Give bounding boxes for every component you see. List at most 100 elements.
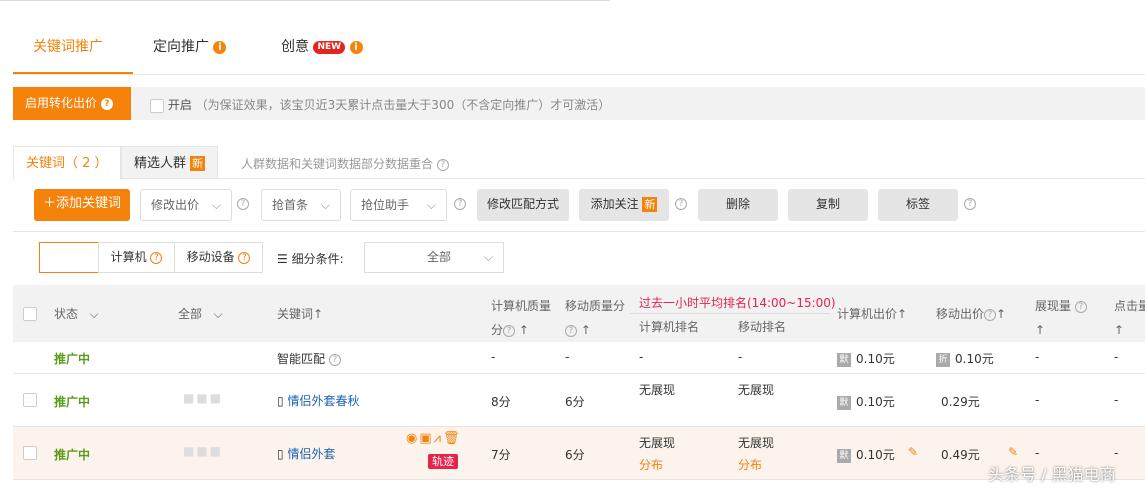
chevron-down-icon: ⌵ <box>320 198 330 212</box>
pc-rank-distribution-link[interactable]: 分布 <box>639 456 663 473</box>
watermark: 头条号 / 黑猫电商 <box>988 465 1116 484</box>
pc-bid: 默 0.10元 <box>837 393 895 410</box>
tag-button[interactable]: 标签 <box>878 189 958 221</box>
segment-label: ☰ 细分条件: <box>277 250 344 267</box>
button-label: 添加关键词 <box>56 196 122 211</box>
info-icon: i <box>349 40 363 54</box>
edit-pencil-icon[interactable]: ✎ <box>1008 445 1018 459</box>
first-place-dropdown[interactable]: 抢首条 ⌵ <box>261 189 341 221</box>
list-icon: ☰ <box>277 252 288 266</box>
pc-quality-header[interactable]: 计算机质量分? ↑ <box>491 294 551 342</box>
select-all-checkbox[interactable] <box>23 307 37 321</box>
edit-pencil-icon[interactable]: ✎ <box>908 445 918 459</box>
header-label: 移动质量分 <box>565 299 626 313</box>
keyword-link[interactable]: ▯ 情侣外套春秋 <box>277 392 359 409</box>
header-label: 计算机质量 <box>491 299 552 313</box>
help-icon: ? <box>1074 300 1087 313</box>
conversion-option: 开启 （为保证效果，该宝贝近3天累计点击量大于300（不含定向推广）才可激活） <box>150 96 610 113</box>
segment-dropdown[interactable]: 全部 ⌵ <box>364 242 504 273</box>
button-label: 添加关注 <box>590 197 639 211</box>
checkbox-label: 开启 <box>167 98 192 112</box>
tab-targeted-promotion[interactable]: 定向推广 i <box>153 36 227 56</box>
dropdown-label: 修改出价 <box>151 198 200 212</box>
clicks: - <box>1114 393 1119 407</box>
rank-helper-dropdown[interactable]: 抢位助手 ⌵ <box>350 189 447 221</box>
copy-button[interactable]: 复制 <box>788 189 868 221</box>
add-follow-button[interactable]: 添加关注 新 <box>579 189 669 221</box>
mobile-bid: 0.29元 <box>941 395 980 409</box>
mobile-bid-header[interactable]: 移动出价? ↑ <box>936 305 1006 322</box>
modify-bid-dropdown[interactable]: 修改出价 ⌵ <box>140 189 232 221</box>
subtab-crowd[interactable]: 精选人群 新 <box>121 146 219 179</box>
trash-icon[interactable]: 🗑 <box>443 431 462 446</box>
mobile-icon: ▯ <box>277 394 284 408</box>
add-keyword-button[interactable]: ＋添加关键词 <box>34 189 130 221</box>
impressions-header[interactable]: 展现量 ? ↑ <box>1035 294 1087 342</box>
status-filter[interactable]: 状态 ⌵ <box>54 305 99 322</box>
modify-match-button[interactable]: 修改匹配方式 <box>477 189 569 221</box>
mobile-rank: - <box>738 350 743 364</box>
row-checkbox[interactable] <box>23 393 37 407</box>
pc-bid: 默 0.10元 <box>837 446 895 463</box>
button-label: 启用转化出价 <box>25 96 98 110</box>
info-icon: i <box>213 40 227 54</box>
mobile-bid: 0.49元 <box>941 448 980 462</box>
summary-toggle[interactable]: 汇总 <box>39 242 99 273</box>
impressions: - <box>1035 446 1040 460</box>
trend-chart-icon[interactable]: ⩘ <box>434 431 443 446</box>
mobile-icon: ▯ <box>277 447 284 461</box>
impressions: - <box>1035 393 1040 407</box>
header-label: 分 <box>491 323 504 337</box>
discount-icon: 折 <box>936 352 950 367</box>
pc-quality: 7分 <box>491 448 511 462</box>
help-icon: ? <box>238 251 251 264</box>
mobile-toggle[interactable]: 移动设备 ? <box>174 242 263 273</box>
status-text: 推广中 <box>54 395 91 409</box>
mobile-rank-distribution-link[interactable]: 分布 <box>738 456 762 473</box>
track-button[interactable]: 轨迹 <box>428 454 458 469</box>
row-actions: ◉▣⩘🗑 <box>406 431 462 446</box>
delete-button[interactable]: 删除 <box>698 189 778 221</box>
enable-checkbox[interactable] <box>150 98 164 113</box>
help-icon: ? <box>436 158 449 171</box>
pc-rank-header: 计算机排名 <box>639 320 700 334</box>
item-thumbnail-placeholder: ■■■ <box>183 391 224 405</box>
divider <box>13 74 1145 75</box>
keyword-link[interactable]: ▯ 情侣外套 <box>277 445 335 462</box>
tab-creative[interactable]: 创意 NEW i <box>281 36 363 56</box>
bid-value: 0.10元 <box>955 352 994 366</box>
mobile-quality-header[interactable]: 移动质量分? ↑ <box>565 294 625 342</box>
enable-conversion-bid-button[interactable]: 启用转化出价 ? <box>13 87 131 120</box>
report-icon[interactable]: ▣ <box>419 431 433 446</box>
mobile-quality: 6分 <box>565 395 585 409</box>
bid-value: 0.10元 <box>856 395 895 409</box>
pc-rank: - <box>639 350 644 364</box>
help-icon: ? <box>237 198 249 210</box>
tab-keyword-promotion[interactable]: 关键词推广 <box>33 36 103 56</box>
keyword-header[interactable]: 关键词↑ <box>277 305 323 322</box>
clicks: - <box>1114 446 1119 460</box>
header-label: 点击量 <box>1114 299 1145 313</box>
mobile-quality: - <box>565 350 570 364</box>
mobile-quality: 6分 <box>565 448 585 462</box>
chevron-down-icon: ⌵ <box>483 250 493 264</box>
pc-quality: - <box>491 350 496 364</box>
dropdown-label: 抢首条 <box>272 198 309 212</box>
subtab-keywords[interactable]: 关键词（ 2 ） <box>13 146 121 180</box>
header-label: 状态 <box>54 307 79 321</box>
target-icon[interactable]: ◉ <box>406 431 419 446</box>
divider <box>13 231 1145 232</box>
pc-rank: 无展现 <box>639 383 676 397</box>
row-checkbox[interactable] <box>23 446 37 460</box>
pc-bid: 默 0.10元 <box>837 350 895 367</box>
divider <box>13 178 1145 179</box>
pc-toggle[interactable]: 计算机 ? <box>98 242 175 273</box>
rank-group-header: 过去一小时平均排名(14:00~15:00) <box>639 296 836 310</box>
all-filter[interactable]: 全部 ⌵ <box>178 305 223 322</box>
pc-bid-header[interactable]: 计算机出价↑ <box>837 305 907 322</box>
default-price-icon: 默 <box>837 448 851 463</box>
divider <box>630 313 830 314</box>
clicks-header[interactable]: 点击量 ↑ <box>1114 294 1145 342</box>
chevron-down-icon: ⌵ <box>213 307 223 321</box>
mobile-rank: 无展现 <box>738 383 775 397</box>
